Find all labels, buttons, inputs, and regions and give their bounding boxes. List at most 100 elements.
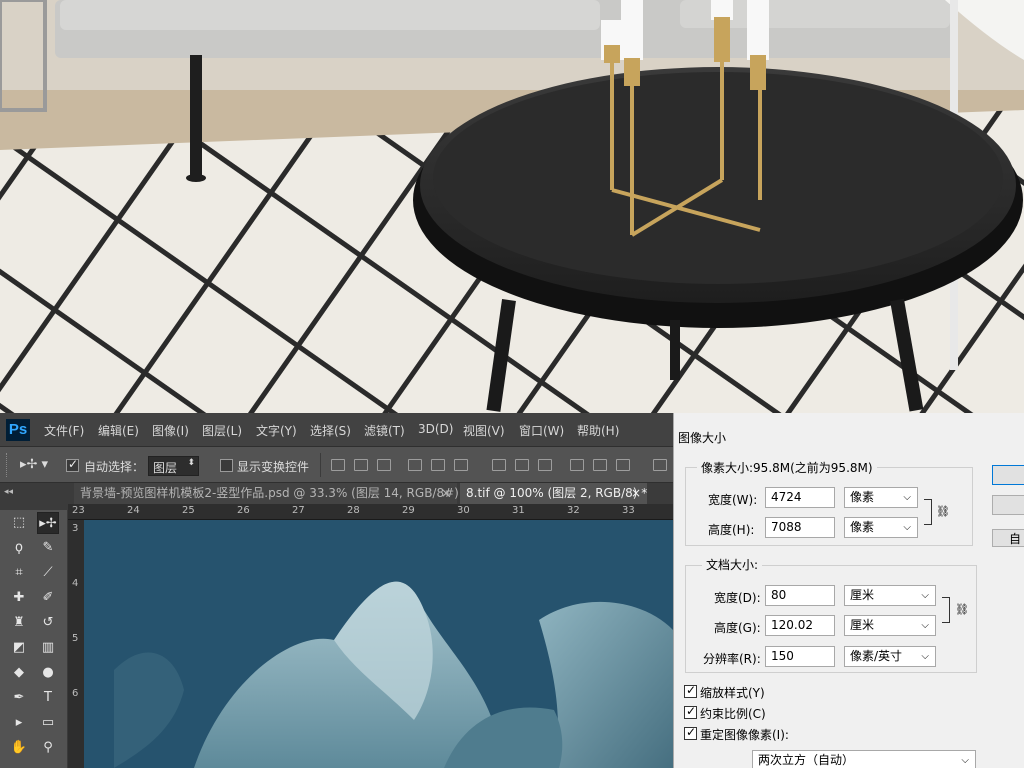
- tab-psd-document[interactable]: 背景墙-预览图样机模板2-竖型作品.psd @ 33.3% (图层 14, RG…: [74, 483, 459, 504]
- auto-button[interactable]: 自动: [992, 529, 1024, 547]
- scale-styles-label: 缩放样式(Y): [700, 686, 765, 700]
- distribute-hcenter-icon[interactable]: [593, 459, 607, 471]
- menu-view[interactable]: 视图(V): [463, 422, 505, 439]
- ruler-tick: 24: [127, 505, 140, 516]
- doc-width-input[interactable]: 80: [765, 585, 835, 606]
- width-input[interactable]: 4724: [765, 487, 835, 508]
- align-left-icon[interactable]: [408, 459, 422, 471]
- auto-select-dropdown[interactable]: 图层 ⬍: [148, 456, 199, 476]
- type-tool-icon[interactable]: T: [37, 687, 59, 709]
- menu-help[interactable]: 帮助(H): [577, 422, 619, 439]
- auto-button-label: 自动: [1009, 532, 1022, 546]
- gradient-tool-icon[interactable]: ▥: [37, 637, 59, 659]
- resample-label: 重定图像像素(I):: [700, 728, 789, 742]
- ruler-tick: 27: [292, 505, 305, 516]
- auto-select-value: 图层: [153, 461, 178, 475]
- ruler-tick: 29: [402, 505, 415, 516]
- tab-tif-document[interactable]: 8.tif @ 100% (图层 2, RGB/8) * ×: [460, 483, 647, 504]
- menu-filter[interactable]: 滤镜(T): [364, 422, 405, 439]
- link-bracket: [924, 499, 932, 525]
- crop-tool-icon[interactable]: ⌗: [8, 562, 30, 584]
- eraser-tool-icon[interactable]: ◩: [8, 637, 30, 659]
- room-photo: [0, 0, 1024, 413]
- quick-select-tool-icon[interactable]: ✎: [37, 537, 59, 559]
- ruler-tick: 26: [237, 505, 250, 516]
- auto-align-icon[interactable]: [653, 459, 667, 471]
- eyedropper-tool-icon[interactable]: ⟋: [37, 562, 59, 584]
- height-input[interactable]: 7088: [765, 517, 835, 538]
- resolution-unit-select[interactable]: 像素/英寸 ⌵: [844, 646, 936, 667]
- ruler-tick: 5: [72, 633, 79, 644]
- close-icon[interactable]: ×: [631, 483, 641, 504]
- distribute-top-icon[interactable]: [492, 459, 506, 471]
- menu-type[interactable]: 文字(Y): [256, 422, 297, 439]
- width-label: 宽度(W):: [708, 493, 758, 507]
- hand-tool-icon[interactable]: ✋: [8, 737, 30, 759]
- constrain-proportions-checkbox[interactable]: [684, 704, 697, 719]
- blur-tool-icon[interactable]: ◆: [8, 662, 30, 684]
- menu-window[interactable]: 窗口(W): [519, 422, 564, 439]
- menu-edit[interactable]: 编辑(E): [98, 422, 139, 439]
- zoom-tool-icon[interactable]: ⚲: [37, 737, 59, 759]
- doc-width-unit-select[interactable]: 厘米 ⌵: [844, 585, 936, 606]
- doc-width-label: 宽度(D):: [714, 591, 761, 605]
- collapse-panels-icon[interactable]: ◂◂: [4, 487, 13, 497]
- brush-tool-icon[interactable]: ✐: [37, 587, 59, 609]
- move-tool-icon[interactable]: ▸✢: [37, 512, 59, 534]
- align-right-icon[interactable]: [454, 459, 468, 471]
- dialog-title: 图像大小: [678, 431, 727, 445]
- ruler-tick: 28: [347, 505, 360, 516]
- doc-height-unit-value: 厘米: [850, 618, 875, 632]
- align-hcenter-icon[interactable]: [431, 459, 445, 471]
- move-tool-icon[interactable]: ▸✢ ▾: [20, 457, 48, 472]
- chain-link-icon: ⛓: [955, 603, 969, 616]
- close-icon[interactable]: ×: [441, 483, 451, 504]
- ok-button[interactable]: [992, 465, 1024, 485]
- menu-3d[interactable]: 3D(D): [418, 422, 453, 436]
- ruler-top: 23 24 25 26 27 28 29 30 31 32 33: [68, 504, 673, 520]
- dodge-tool-icon[interactable]: ●: [37, 662, 59, 684]
- screenshot-root: Ps 文件(F) 编辑(E) 图像(I) 图层(L) 文字(Y) 选择(S) 滤…: [0, 0, 1024, 768]
- menu-image[interactable]: 图像(I): [152, 422, 189, 439]
- marquee-tool-icon[interactable]: ⬚: [8, 512, 30, 534]
- align-bottom-icon[interactable]: [377, 459, 391, 471]
- ruler-tick: 25: [182, 505, 195, 516]
- scale-styles-checkbox[interactable]: [684, 683, 697, 698]
- menu-layer[interactable]: 图层(L): [202, 422, 242, 439]
- chevron-down-icon: ⌵: [921, 620, 929, 631]
- height-unit-select[interactable]: 像素 ⌵: [844, 517, 918, 538]
- ruler-tick: 31: [512, 505, 525, 516]
- distribute-left-icon[interactable]: [570, 459, 584, 471]
- healing-brush-icon[interactable]: ✚: [8, 587, 30, 609]
- clone-stamp-icon[interactable]: ♜: [8, 612, 30, 634]
- ruler-left: 3 4 5 6: [68, 520, 84, 768]
- align-vcenter-icon[interactable]: [354, 459, 368, 471]
- distribute-right-icon[interactable]: [616, 459, 630, 471]
- path-select-icon[interactable]: ▸: [8, 712, 30, 734]
- resolution-input[interactable]: 150: [765, 646, 835, 667]
- photoshop-window: Ps 文件(F) 编辑(E) 图像(I) 图层(L) 文字(Y) 选择(S) 滤…: [0, 413, 673, 768]
- ruler-tick: 3: [72, 523, 79, 534]
- pixel-size-label: 像素大小:95.8M(之前为95.8M): [697, 459, 877, 476]
- doc-height-unit-select[interactable]: 厘米 ⌵: [844, 615, 936, 636]
- pen-tool-icon[interactable]: ✒: [8, 687, 30, 709]
- doc-height-input[interactable]: 120.02: [765, 615, 835, 636]
- auto-select-checkbox[interactable]: [66, 457, 79, 472]
- menu-select[interactable]: 选择(S): [310, 422, 351, 439]
- width-unit-select[interactable]: 像素 ⌵: [844, 487, 918, 508]
- updown-icon: ⬍: [187, 458, 195, 468]
- resample-checkbox[interactable]: [684, 725, 697, 740]
- distribute-bottom-icon[interactable]: [538, 459, 552, 471]
- rectangle-tool-icon[interactable]: ▭: [37, 712, 59, 734]
- cancel-button[interactable]: [992, 495, 1024, 515]
- show-transform-checkbox[interactable]: [220, 459, 233, 472]
- lasso-tool-icon[interactable]: ϙ: [8, 537, 30, 559]
- history-brush-icon[interactable]: ↺: [37, 612, 59, 634]
- ruler-tick: 33: [622, 505, 635, 516]
- document-canvas[interactable]: [84, 520, 673, 768]
- resolution-label: 分辨率(R):: [703, 652, 761, 666]
- distribute-vcenter-icon[interactable]: [515, 459, 529, 471]
- resample-method-select[interactable]: 两次立方（自动） ⌵: [752, 750, 976, 768]
- align-top-icon[interactable]: [331, 459, 345, 471]
- menu-file[interactable]: 文件(F): [44, 422, 84, 439]
